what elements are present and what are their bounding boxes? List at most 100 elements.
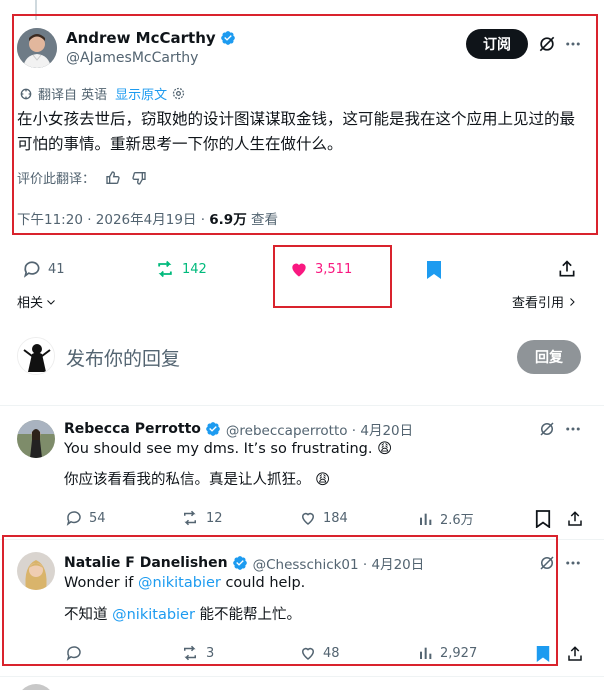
show-original-link[interactable]: 显示原文 [115, 84, 167, 103]
author-name-text: Andrew McCarthy [66, 29, 216, 47]
more-options-icon[interactable] [562, 33, 584, 55]
grok-icon[interactable] [536, 552, 558, 574]
reply2-comment-action[interactable] [65, 644, 89, 662]
reply-input[interactable]: 发布你的回复 [66, 344, 180, 371]
like-action[interactable]: 3,511 [289, 259, 352, 279]
next-reply-avatar[interactable] [17, 684, 55, 690]
tweet-timestamp-row: 下午11:20 · 2026年4月19日 · 6.9万 查看 [17, 208, 278, 228]
more-options-icon[interactable] [562, 552, 584, 574]
views-count: 6.9万 [209, 212, 247, 228]
thread-line [35, 0, 37, 20]
reply2-avatar[interactable] [17, 552, 55, 590]
verified-badge-icon [220, 31, 235, 45]
more-options-icon[interactable] [562, 418, 584, 440]
bookmark-filled-icon[interactable] [532, 643, 554, 665]
avatar-man-image [17, 28, 57, 68]
related-dropdown[interactable]: 相关 [17, 292, 57, 311]
reply-icon [66, 511, 81, 526]
reply-divider [0, 676, 604, 677]
share-icon[interactable] [564, 643, 586, 665]
reply1-like-count: 184 [323, 510, 348, 526]
heart-filled-icon [292, 263, 306, 277]
repost-action[interactable]: 142 [154, 259, 207, 279]
main-tweet-author-name[interactable]: Andrew McCarthy [66, 29, 236, 47]
heart-icon [301, 647, 315, 660]
avatar-woman-outdoor-image [17, 420, 55, 458]
main-tweet-avatar[interactable] [17, 28, 57, 68]
reply2-translation-suffix: 能不能帮上忙。 [194, 607, 302, 623]
reply1-views-action[interactable]: 2.6万 [418, 509, 474, 528]
reply1-repost-count: 12 [206, 510, 223, 526]
related-label: 相关 [17, 296, 44, 311]
reply1-views-count: 2.6万 [440, 513, 474, 528]
reply1-header: Rebecca Perrotto @rebeccaperrotto · 4月20… [64, 419, 413, 439]
avatar-silhouette-image [18, 338, 54, 374]
rate-translation-label: 评价此翻译： [17, 172, 96, 187]
mention-link[interactable]: @nikitabier [112, 607, 195, 623]
reply-icon [66, 646, 81, 661]
reply1-author-name[interactable]: Rebecca Perrotto [64, 421, 201, 437]
view-quotes-link[interactable]: 查看引用 [512, 292, 578, 311]
repost-count: 142 [182, 261, 207, 277]
share-icon[interactable] [556, 258, 578, 280]
repost-icon [158, 260, 172, 278]
verified-badge-icon [206, 422, 220, 436]
verified-badge-icon [232, 556, 247, 570]
views-chart-icon [420, 647, 432, 659]
reply1-author-handle[interactable]: @rebeccaperrotto · 4月20日 [226, 419, 413, 439]
reply2-text-suffix: could help. [220, 575, 306, 591]
repost-icon [184, 645, 196, 661]
views-label: 查看 [246, 212, 278, 228]
reply1-comment-count: 54 [89, 510, 106, 526]
share-icon[interactable] [564, 508, 586, 530]
bookmark-filled-icon[interactable] [423, 259, 445, 281]
repost-icon [184, 510, 196, 526]
translate-icon [20, 88, 32, 99]
view-quotes-label: 查看引用 [512, 296, 565, 311]
bookmark-icon[interactable] [532, 508, 554, 530]
reply-submit-button[interactable]: 回复 [517, 340, 581, 374]
composer-avatar[interactable] [17, 337, 55, 375]
reply-action[interactable]: 41 [22, 259, 65, 279]
reply1-like-action[interactable]: 184 [299, 509, 348, 527]
views-chart-icon [420, 513, 432, 525]
reply2-header: Natalie F Danelishen @Chesschick01 · 4月2… [64, 553, 424, 573]
translated-from-label: 翻译自 英语 [38, 88, 108, 103]
reply2-author-name[interactable]: Natalie F Danelishen [64, 555, 228, 571]
reply1-comment-action[interactable]: 54 [65, 509, 106, 527]
reply2-author-handle[interactable]: @Chesschick01 · 4月20日 [253, 553, 425, 573]
reply2-translation-prefix: 不知道 [64, 607, 113, 623]
reply-icon [23, 261, 40, 278]
chevron-down-icon [47, 299, 55, 305]
like-count: 3,511 [315, 261, 353, 277]
grok-icon[interactable] [536, 33, 558, 55]
rate-translation: 评价此翻译： [17, 168, 147, 187]
reply2-repost-count: 3 [206, 645, 215, 661]
reply1-translation: 你应该看看我的私信。真是让人抓狂。 😩 [64, 472, 331, 488]
mention-link[interactable]: @nikitabier [138, 575, 221, 591]
reply1-repost-action[interactable]: 12 [180, 509, 223, 527]
reply-divider [0, 539, 604, 540]
reply2-like-count: 48 [323, 645, 340, 661]
reply2-views-action[interactable]: 2,927 [418, 644, 477, 662]
reply1-text: You should see my dms. It’s so frustrati… [64, 441, 393, 457]
reply1-avatar[interactable] [17, 420, 55, 458]
heart-icon [301, 512, 315, 525]
thumbs-down-icon[interactable] [131, 170, 147, 186]
reply-count: 41 [48, 261, 65, 277]
reply2-translation: 不知道 @nikitabier 能不能帮上忙。 [64, 603, 301, 624]
reply2-like-action[interactable]: 48 [299, 644, 340, 662]
reply2-views-count: 2,927 [440, 645, 478, 661]
reply2-repost-action[interactable]: 3 [180, 644, 214, 662]
grok-icon[interactable] [536, 418, 558, 440]
main-tweet-text: 在小女孩去世后，窃取她的设计图谋谋取金钱，这可能是我在这个应用上见过的最可怕的事… [17, 110, 576, 153]
translate-settings-icon[interactable] [171, 86, 186, 101]
main-tweet-author-handle[interactable]: @AJamesMcCarthy [66, 50, 198, 66]
subscribe-button[interactable]: 订阅 [466, 29, 528, 59]
reply2-text: Wonder if @nikitabier could help. [64, 575, 305, 591]
thumbs-up-icon[interactable] [105, 170, 121, 186]
chevron-right-icon [570, 297, 575, 306]
reply2-text-prefix: Wonder if [64, 575, 138, 591]
tweet-timestamp[interactable]: 下午11:20 · 2026年4月19日 · [17, 212, 209, 228]
composer-divider [0, 405, 604, 406]
